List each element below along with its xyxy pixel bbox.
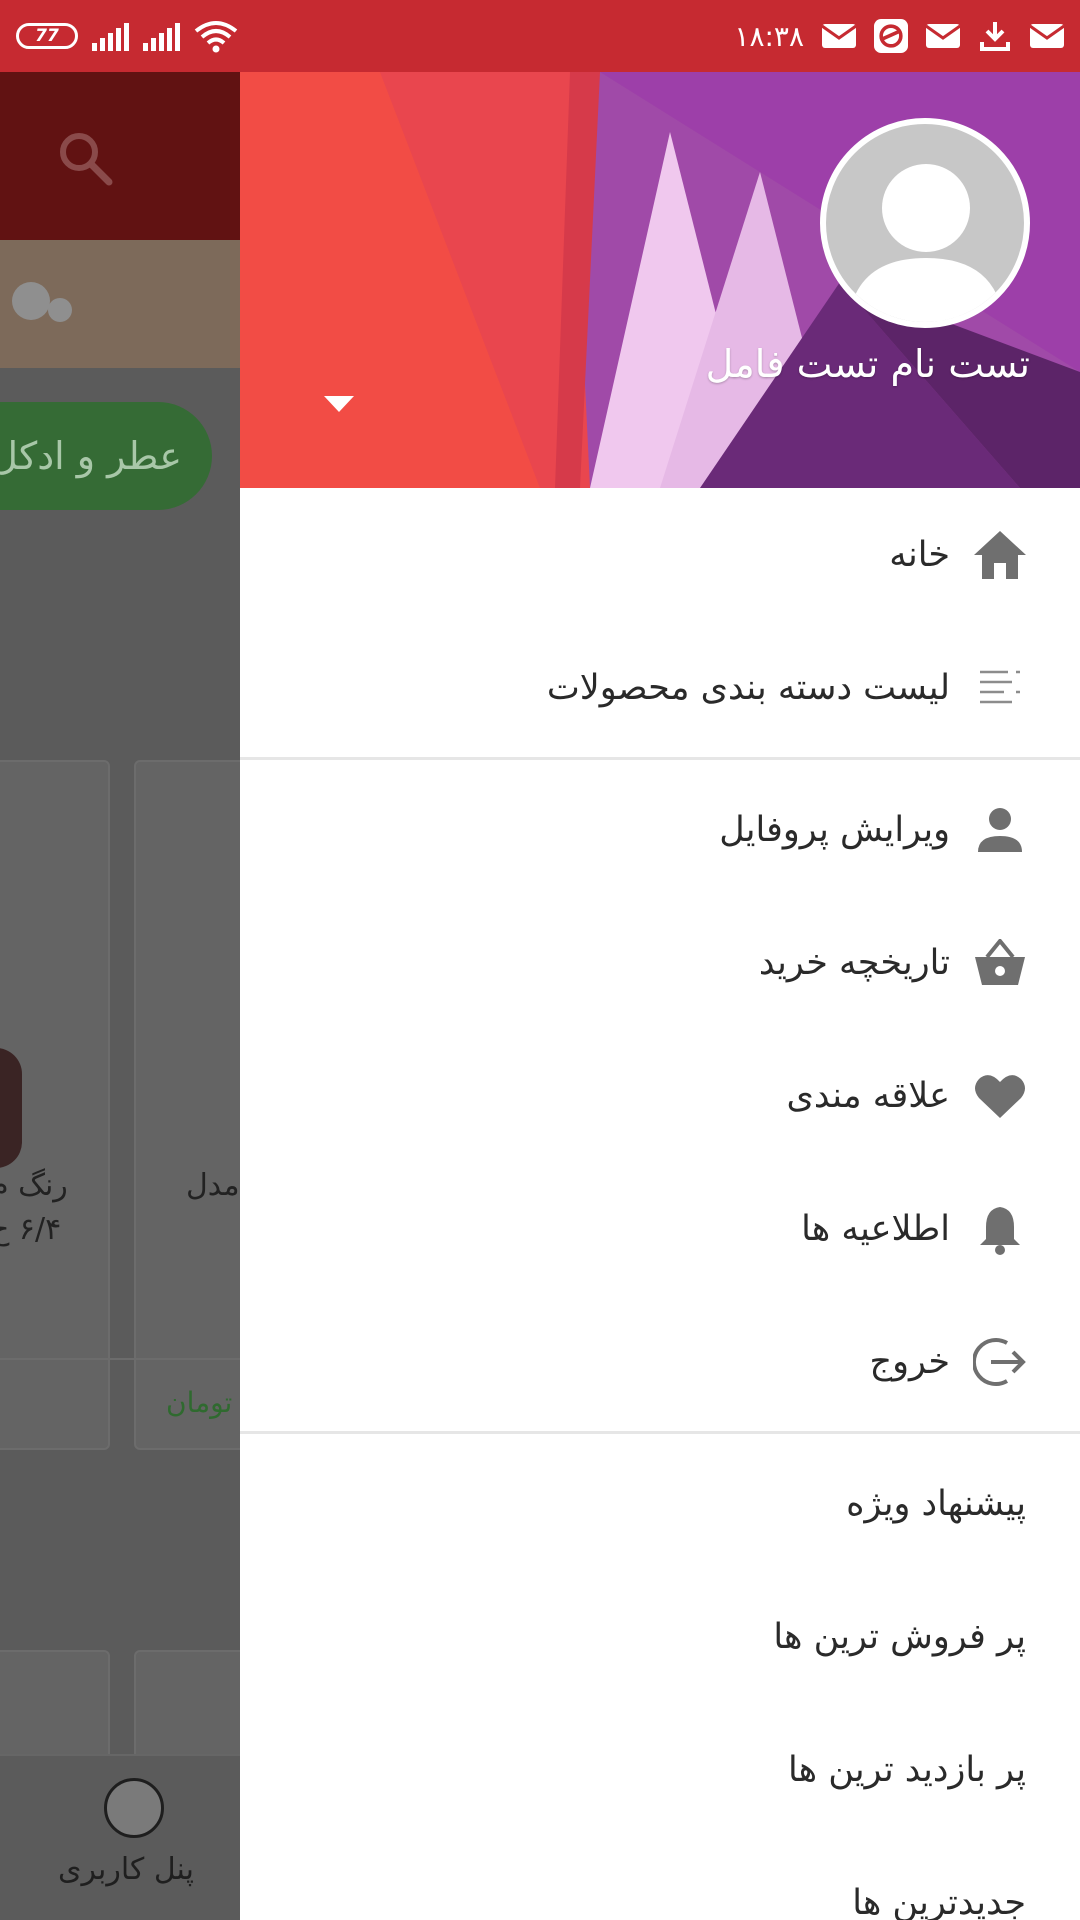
mail-icon-2 <box>926 23 960 49</box>
navigation-drawer: تست نام تست فامل خانه لیست دسته بندی محص… <box>240 72 1080 1920</box>
menu-item-label: اطلاعیه ها <box>801 1208 950 1249</box>
person-icon <box>972 802 1028 858</box>
download-icon <box>978 22 1012 51</box>
drawer-header: تست نام تست فامل <box>240 72 1080 488</box>
signal-icon-2 <box>143 21 180 51</box>
product-image <box>0 1048 22 1168</box>
menu-item-label: لیست دسته بندی محصولات <box>546 667 950 708</box>
battery-indicator: 77 <box>16 23 78 49</box>
clock: ۱۸:۳۸ <box>734 19 804 53</box>
menu-item-label: خانه <box>889 534 950 575</box>
menu-item-label: علاقه مندی <box>786 1075 950 1116</box>
status-bar: 77 ۱۸:۳۸ <box>0 0 1080 72</box>
product-card-2 <box>134 760 240 1450</box>
menu-item-logout[interactable]: خروج <box>240 1295 1080 1428</box>
home-icon <box>972 527 1028 583</box>
menu-divider <box>240 757 1080 760</box>
menu-item-most-viewed[interactable]: پر بازدید ترین ها <box>240 1703 1080 1836</box>
mail-icon-3 <box>1030 23 1064 49</box>
menu-item-label: پر فروش ترین ها <box>773 1616 1026 1657</box>
heart-icon <box>972 1068 1028 1124</box>
default-avatar-icon <box>848 164 1004 322</box>
search-icon[interactable] <box>55 128 115 188</box>
account-dropdown-icon[interactable] <box>324 396 354 414</box>
menu-item-favorites[interactable]: علاقه مندی <box>240 1029 1080 1162</box>
menu-item-label: پر بازدید ترین ها <box>788 1749 1026 1790</box>
background-toolbar <box>0 72 240 240</box>
price-unit: تومان <box>166 1386 233 1419</box>
menu-item-label: پیشنهاد ویژه <box>846 1483 1026 1524</box>
menu-item-label: جدیدترین ها <box>852 1882 1026 1920</box>
background-content: عطر و ادکل رنگ م ۶/۴ ح مدل تومان <box>0 368 240 1850</box>
menu-item-purchase-history[interactable]: تاریخچه خرید <box>240 896 1080 1029</box>
menu-item-notifications[interactable]: اطلاعیه ها <box>240 1162 1080 1295</box>
menu-item-label: خروج <box>869 1341 950 1382</box>
bell-icon <box>972 1201 1028 1257</box>
logout-icon <box>972 1334 1028 1390</box>
menu-item-home[interactable]: خانه <box>240 488 1080 621</box>
user-name: تست نام تست فامل <box>705 342 1030 386</box>
menu-item-category-list[interactable]: لیست دسته بندی محصولات <box>240 621 1080 754</box>
menu-item-label: ویرایش پروفایل <box>719 809 950 850</box>
product-title-2: مدل <box>186 1168 240 1203</box>
card-divider <box>0 1358 240 1360</box>
user-panel-label[interactable]: پنل کاربری <box>58 1852 194 1887</box>
menu-item-newest[interactable]: جدیدترین ها <box>240 1836 1080 1920</box>
background-app[interactable]: عطر و ادکل رنگ م ۶/۴ ح مدل تومان پنل کار… <box>0 72 240 1920</box>
product-subtitle: ۶/۴ ح <box>0 1212 62 1247</box>
mail-icon <box>822 23 856 49</box>
menu-item-special-offer[interactable]: پیشنهاد ویژه <box>240 1437 1080 1570</box>
user-panel-icon[interactable] <box>104 1778 164 1838</box>
wifi-icon <box>194 21 238 53</box>
app-notification-icon <box>874 19 908 53</box>
signal-icon <box>92 21 129 51</box>
menu-item-edit-profile[interactable]: ویرایش پروفایل <box>240 763 1080 896</box>
drawer-menu: خانه لیست دسته بندی محصولات ویرایش پروفا… <box>240 488 1080 1920</box>
product-title: رنگ م <box>0 1168 68 1203</box>
user-avatar[interactable] <box>820 118 1030 328</box>
basket-icon <box>972 935 1028 991</box>
list-icon <box>972 660 1028 716</box>
menu-divider <box>240 1431 1080 1434</box>
background-banner <box>0 240 240 368</box>
category-chip: عطر و ادکل <box>0 402 212 510</box>
menu-item-best-sellers[interactable]: پر فروش ترین ها <box>240 1570 1080 1703</box>
bottom-nav: پنل کاربری <box>0 1754 240 1920</box>
menu-item-label: تاریخچه خرید <box>758 942 950 983</box>
